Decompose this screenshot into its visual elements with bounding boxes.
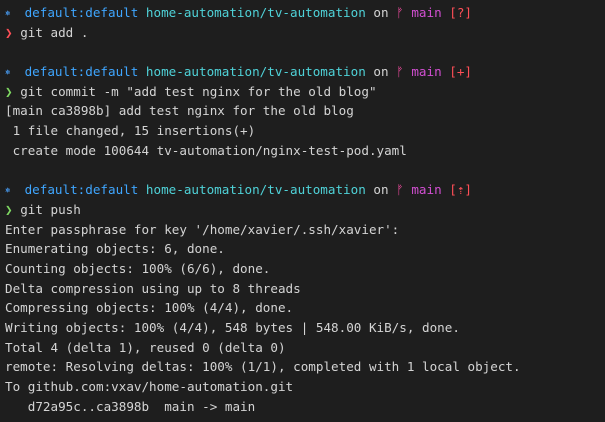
- output-line: remote: Resolving deltas: 100% (1/1), co…: [5, 359, 521, 375]
- prompt-header: ⎈ default:default home-automation/tv-aut…: [5, 180, 605, 200]
- command-line: ❯ git commit -m "add test nginx for the …: [5, 82, 605, 102]
- command-text: git push: [20, 201, 81, 217]
- output-line: Counting objects: 100% (6/6), done.: [5, 260, 271, 276]
- git-status: [+]: [449, 64, 473, 80]
- output-line: create mode 100644 tv-automation/nginx-t…: [5, 142, 407, 158]
- on-label: on: [373, 5, 389, 20]
- prompt-header: ⎈ default:default home-automation/tv-aut…: [5, 3, 605, 23]
- git-status: [?]: [449, 5, 473, 20]
- output-line: Compressing objects: 100% (4/4), done.: [5, 300, 294, 316]
- on-label: on: [373, 182, 389, 198]
- current-directory: home-automation/tv-automation: [145, 182, 366, 198]
- git-branch: main: [411, 64, 442, 80]
- prompt-header: ⎈ default:default home-automation/tv-aut…: [5, 62, 605, 82]
- output-line: [main ca3898b] add test nginx for the ol…: [5, 103, 354, 119]
- command-text: git add .: [20, 24, 89, 40]
- current-directory: home-automation/tv-automation: [145, 64, 366, 80]
- command-text: git commit -m "add test nginx for the ol…: [20, 83, 377, 99]
- command-line: ❯ git add .: [5, 23, 605, 43]
- git-branch-icon: ᚠ: [396, 64, 404, 80]
- kubernetes-icon: ⎈: [5, 68, 11, 79]
- terminal-window[interactable]: ⎈ default:default home-automation/tv-aut…: [0, 0, 605, 422]
- kube-context: default:default: [24, 5, 139, 20]
- output-line: Total 4 (delta 1), reused 0 (delta 0): [5, 339, 286, 355]
- command-line: ❯ git push: [5, 200, 605, 220]
- output-line: 1 file changed, 15 insertions(+): [5, 123, 256, 139]
- output-line: Delta compression using up to 8 threads: [5, 280, 301, 296]
- prompt-symbol: ❯: [5, 201, 13, 217]
- output-line: To github.com:vxav/home-automation.git: [5, 379, 294, 395]
- kubernetes-icon: ⎈: [5, 186, 11, 197]
- git-branch: main: [411, 5, 442, 20]
- output-line: d72a95c..ca3898b main -> main: [5, 398, 256, 414]
- kubernetes-icon: ⎈: [5, 9, 11, 19]
- prompt-symbol: ❯: [5, 83, 13, 99]
- output-line: Enumerating objects: 6, done.: [5, 241, 225, 257]
- git-branch-icon: ᚠ: [396, 182, 404, 198]
- current-directory: home-automation/tv-automation: [145, 5, 366, 20]
- output-line: Writing objects: 100% (4/4), 548 bytes |…: [5, 320, 460, 335]
- git-status: [⇡]: [449, 182, 473, 198]
- git-branch: main: [411, 182, 442, 198]
- git-branch-icon: ᚠ: [396, 5, 404, 20]
- kube-context: default:default: [24, 182, 139, 198]
- kube-context: default:default: [24, 64, 139, 80]
- on-label: on: [373, 64, 389, 80]
- prompt-symbol: ❯: [5, 24, 13, 40]
- output-line: Enter passphrase for key '/home/xavier/.…: [5, 221, 400, 237]
